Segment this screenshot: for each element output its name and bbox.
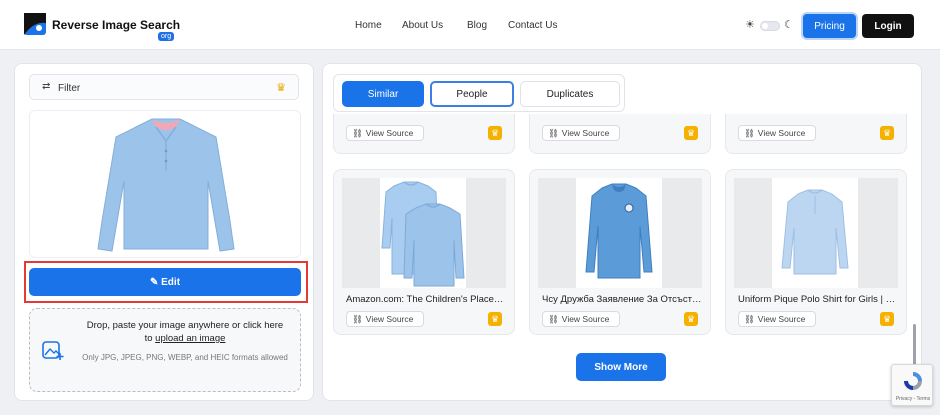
- crown-icon: ♛: [488, 126, 502, 140]
- brand-logo-icon[interactable]: [24, 13, 46, 35]
- view-source-label: View Source: [757, 313, 806, 324]
- add-image-icon: [42, 341, 64, 360]
- sliders-icon: ⇄: [42, 81, 51, 92]
- crown-icon: ♛: [684, 312, 698, 326]
- link-icon: ⛓: [352, 313, 363, 324]
- link-icon: ⛓: [352, 127, 363, 138]
- link-icon: ⛓: [744, 127, 755, 138]
- uniform-shirt-image: [781, 189, 849, 275]
- drop-instructions: Drop, paste your image anywhere or click…: [74, 319, 296, 345]
- result-title[interactable]: Чсу Дружба Заявление За Отсъствие: [542, 294, 702, 305]
- nav-contact-us[interactable]: Contact Us: [508, 20, 557, 31]
- view-source-button[interactable]: ⛓ View Source: [738, 125, 816, 141]
- view-source-button[interactable]: ⛓ View Source: [738, 311, 816, 327]
- result-title[interactable]: Amazon.com: The Children's Place Boys' L…: [346, 294, 506, 305]
- view-source-label: View Source: [561, 313, 610, 324]
- nav-about-us[interactable]: About Us: [402, 20, 443, 31]
- recaptcha-icon: [904, 372, 922, 390]
- view-source-label: View Source: [365, 313, 414, 324]
- view-source-label: View Source: [561, 127, 610, 138]
- result-card-partial: ⛓ View Source ♛: [725, 114, 907, 154]
- result-card[interactable]: Amazon.com: The Children's Place Boys' L…: [333, 169, 515, 335]
- result-thumbnail: [342, 178, 506, 288]
- result-card-partial: ⛓ View Source ♛: [529, 114, 711, 154]
- edit-button[interactable]: ✎ Edit: [29, 268, 301, 296]
- upload-image-link[interactable]: upload an image: [155, 333, 225, 344]
- shirt-image: [97, 118, 235, 252]
- brand-badge: org: [158, 32, 175, 41]
- crown-icon: ♛: [880, 312, 894, 326]
- result-thumbnail: [538, 178, 702, 288]
- drop-text-line-1: Drop, paste your image anywhere or click…: [86, 320, 284, 331]
- filter-label: Filter: [58, 83, 81, 94]
- format-note: Only JPG, JPEG, PNG, WEBP, and HEIC form…: [82, 353, 288, 362]
- search-panel: ⇄ Filter ♛ ✎ Edit Drop, paste your image…: [14, 63, 314, 401]
- brand-name[interactable]: Reverse Image Search: [52, 18, 180, 32]
- result-card[interactable]: Uniform Pique Polo Shirt for Girls | Old…: [725, 169, 907, 335]
- tab-similar[interactable]: Similar: [342, 81, 424, 107]
- top-header: Reverse Image Search org Home About Us B…: [0, 0, 940, 50]
- crown-icon: ♛: [684, 126, 698, 140]
- edit-label: Edit: [161, 276, 181, 288]
- thumbnail-image: [576, 178, 662, 288]
- crown-icon: ♛: [488, 312, 502, 326]
- school-shirt-image: [585, 183, 653, 279]
- theme-toggle[interactable]: [760, 21, 780, 31]
- upload-dropzone[interactable]: Drop, paste your image anywhere or click…: [29, 308, 301, 392]
- show-more-button[interactable]: Show More: [576, 353, 666, 381]
- nav-blog[interactable]: Blog: [467, 20, 487, 31]
- pencil-icon: ✎: [149, 276, 162, 288]
- pricing-button[interactable]: Pricing: [803, 14, 856, 38]
- result-thumbnail: [734, 178, 898, 288]
- drop-text-line-2: to: [144, 333, 156, 344]
- result-card-partial: ⛓ View Source ♛: [333, 114, 515, 154]
- tab-people[interactable]: People: [430, 81, 514, 107]
- recaptcha-terms[interactable]: Privacy - Terms: [892, 396, 934, 402]
- crown-icon: ♛: [276, 82, 286, 94]
- view-source-label: View Source: [757, 127, 806, 138]
- view-source-button[interactable]: ⛓ View Source: [542, 311, 620, 327]
- view-source-button[interactable]: ⛓ View Source: [346, 125, 424, 141]
- thumbnail-image: [380, 178, 466, 288]
- thumbnail-image: [772, 178, 858, 288]
- moon-icon: ☾: [784, 19, 794, 31]
- view-source-button[interactable]: ⛓ View Source: [542, 125, 620, 141]
- link-icon: ⛓: [548, 313, 559, 324]
- result-tabs: Similar People Duplicates: [333, 74, 625, 112]
- page-scrollbar[interactable]: [913, 324, 916, 368]
- login-button[interactable]: Login: [862, 14, 914, 38]
- tab-duplicates[interactable]: Duplicates: [520, 81, 620, 107]
- two-shirts-image: [381, 181, 465, 287]
- results-panel: Similar People Duplicates ⛓ View Source ♛…: [322, 63, 922, 401]
- result-title[interactable]: Uniform Pique Polo Shirt for Girls | Old…: [738, 294, 898, 305]
- recaptcha-badge[interactable]: Privacy - Terms: [891, 364, 933, 406]
- crown-icon: ♛: [880, 126, 894, 140]
- view-source-label: View Source: [365, 127, 414, 138]
- link-icon: ⛓: [548, 127, 559, 138]
- link-icon: ⛓: [744, 313, 755, 324]
- sun-icon: ☀: [745, 19, 755, 31]
- nav-home[interactable]: Home: [355, 20, 382, 31]
- filter-bar[interactable]: ⇄ Filter ♛: [29, 74, 299, 100]
- view-source-button[interactable]: ⛓ View Source: [346, 311, 424, 327]
- result-card[interactable]: Чсу Дружба Заявление За Отсъствие ⛓ View …: [529, 169, 711, 335]
- uploaded-image-preview: [29, 110, 301, 258]
